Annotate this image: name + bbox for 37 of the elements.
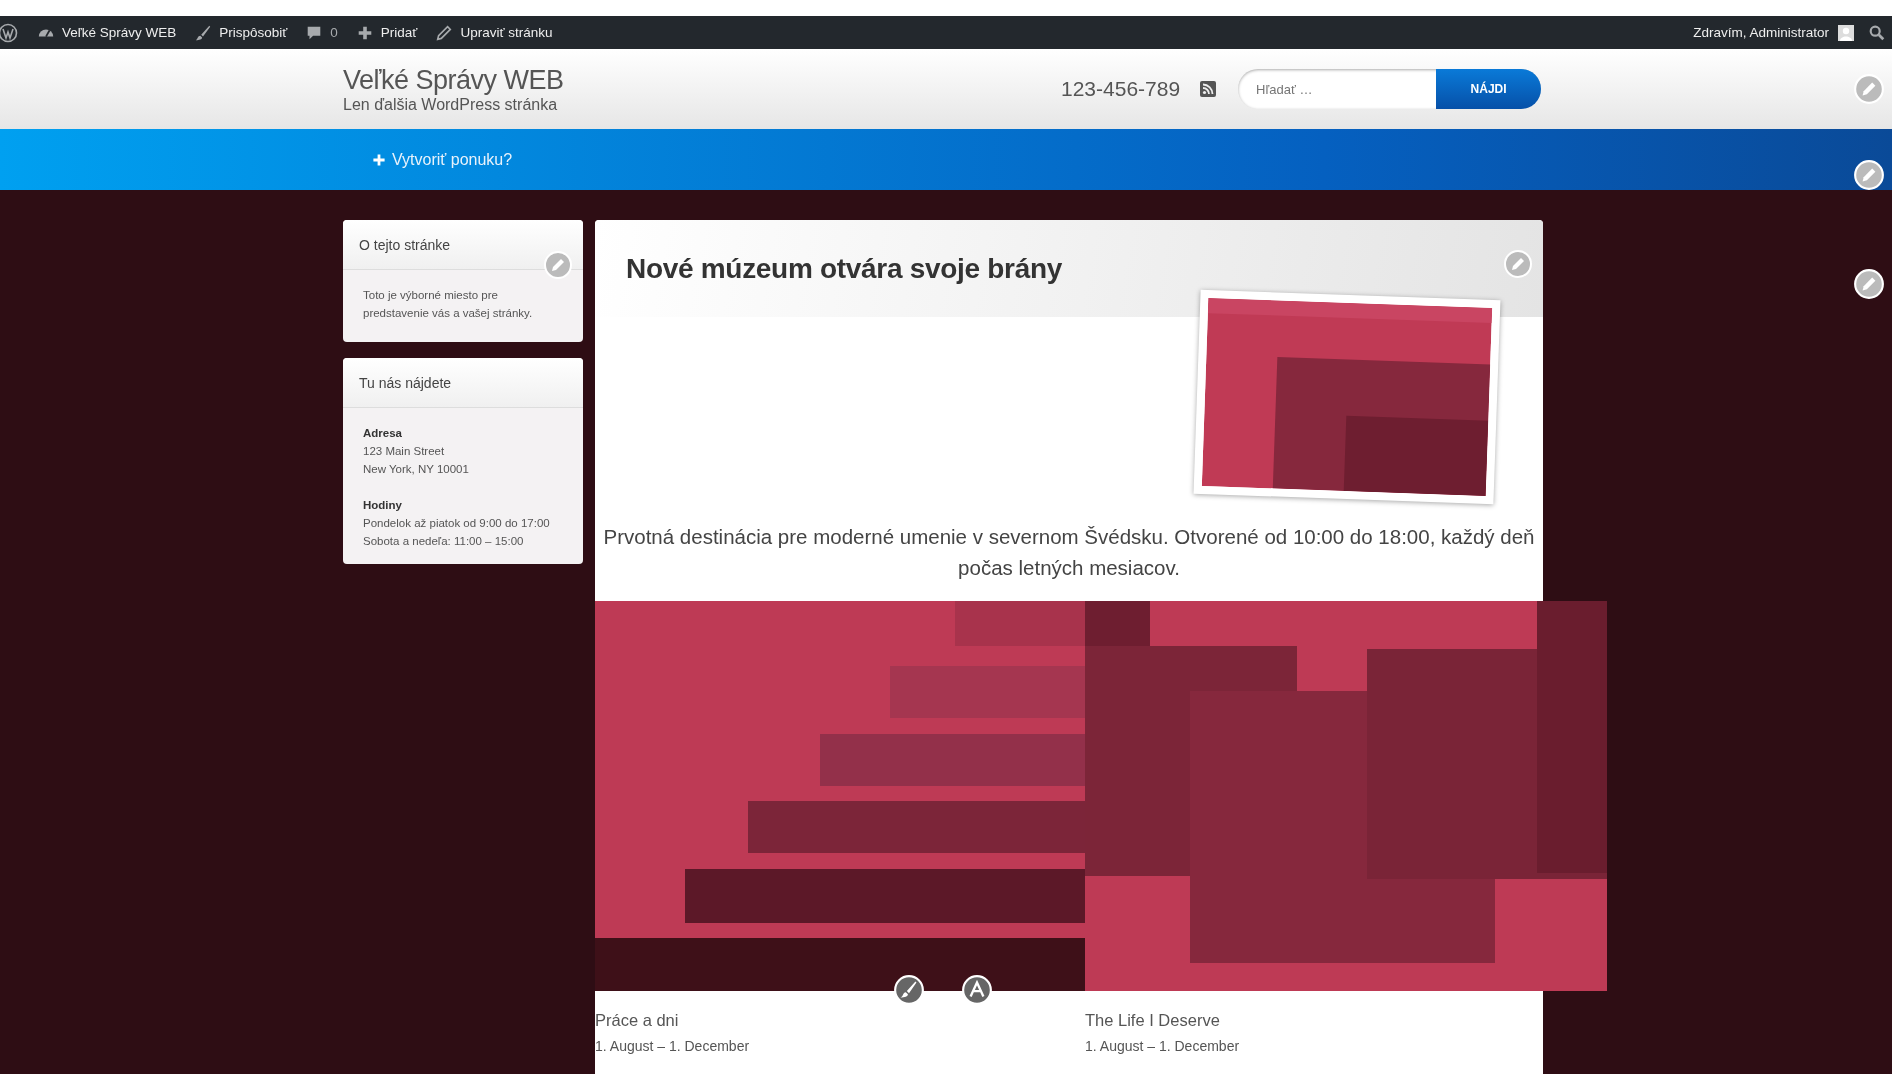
exhibition-dates: 1. August – 1. December [595, 1038, 751, 1054]
avatar-icon [1838, 24, 1854, 41]
search-field[interactable]: Hľadať … NÁJDI [1238, 69, 1542, 109]
exhibition-dates: 1. August – 1. December [1085, 1038, 1241, 1054]
rss-icon[interactable] [1200, 81, 1217, 97]
info-line: Pondelok až piatok od 9:00 do 17:00 [363, 516, 551, 531]
admin-bar-link[interactable]: Upraviť stránku [426, 23, 562, 42]
brush-icon[interactable] [893, 974, 925, 1006]
exhibition-title[interactable]: Práce a dni [595, 1011, 1085, 1030]
plus-icon [372, 152, 386, 167]
brush-icon [194, 23, 213, 42]
page-title: Nové múzeum otvára svoje brány [626, 252, 1063, 285]
edit-icon[interactable] [1853, 268, 1885, 300]
info-line: 123 Main Street [363, 444, 446, 459]
admin-bar-link[interactable]: Pridať [346, 23, 427, 42]
admin-bar-link[interactable]: Veľké Správy WEB [28, 23, 186, 42]
search-icon[interactable] [1868, 23, 1886, 42]
account-link[interactable]: Zdravím, Administrator [1684, 25, 1838, 40]
section-heading: Adresa [363, 426, 403, 441]
pencil-icon [435, 23, 454, 42]
wordpress-logo-icon[interactable] [0, 22, 18, 43]
exhibition-title[interactable]: The Life I Deserve [1085, 1011, 1607, 1030]
page-description: Prvotná destinácia pre moderné umenie v severnom Švédsku. Otvorené od 10:00 do 18:00, každý deň počas letných mesiacov. [602, 524, 1536, 581]
search-button[interactable]: NÁJDI [1436, 69, 1542, 109]
info-line: New York, NY 10001 [363, 462, 470, 477]
site-tagline: Len ďalšia WordPress stránka [343, 95, 559, 114]
edit-icon[interactable] [1853, 159, 1885, 191]
phone-number: 123-456-789 [1061, 77, 1181, 101]
site-title[interactable]: Veľké Správy WEB [343, 64, 1043, 96]
widget-text: Toto je výborné miesto pre predstavenie vás a vašej stránky. [362, 288, 534, 321]
widget-title: O tejto stránke [359, 236, 451, 253]
font-icon[interactable] [961, 974, 993, 1006]
widget-title: Tu nás nájdete [359, 374, 452, 391]
section-heading: Hodiny [363, 498, 403, 513]
admin-bar-link[interactable]: 0 [296, 23, 347, 42]
info-line: Sobota a nedeľa: 11:00 – 15:00 [363, 534, 525, 549]
admin-bar-link[interactable]: Prispôsobiť [185, 23, 297, 42]
